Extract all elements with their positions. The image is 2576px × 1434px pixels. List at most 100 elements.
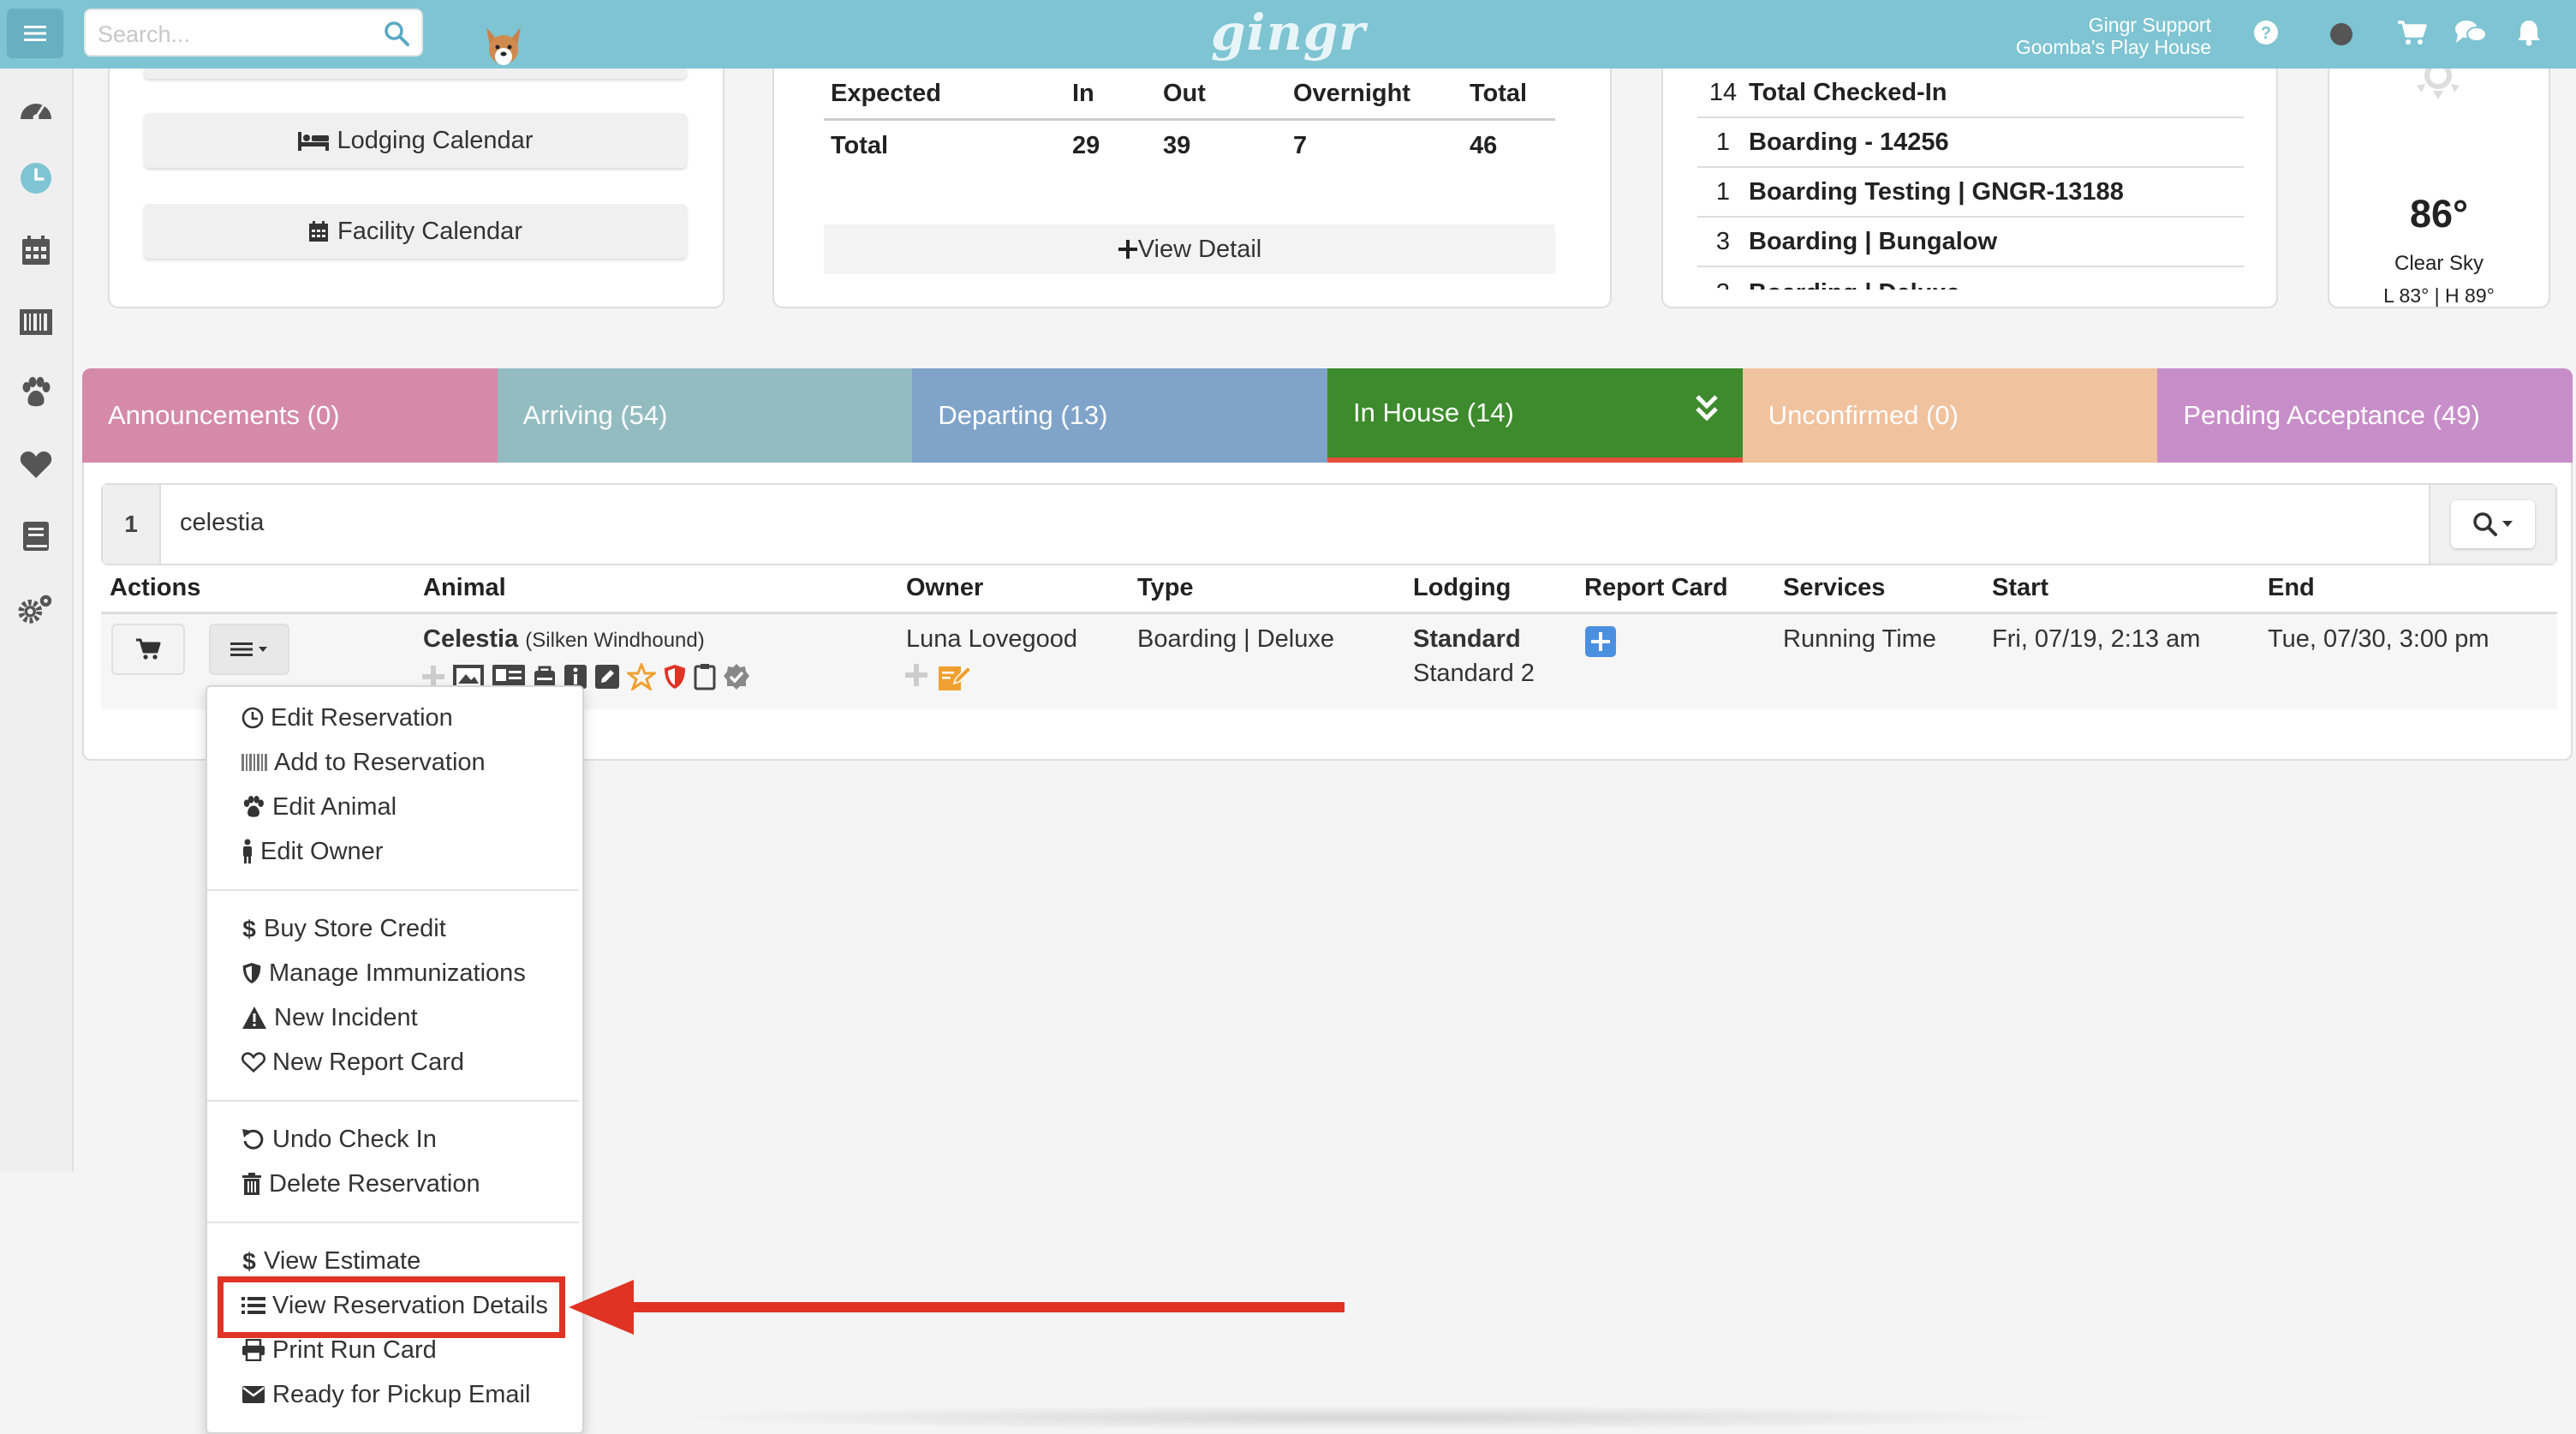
menu-item-label: Print Run Card xyxy=(272,1335,437,1364)
cart-button[interactable] xyxy=(111,624,185,675)
caret-down-icon xyxy=(2502,521,2513,527)
calendar-button-partial[interactable] xyxy=(144,69,687,79)
menu-item-edit-owner[interactable]: Edit Owner xyxy=(242,834,383,869)
in-header: In xyxy=(1065,69,1156,121)
sidebar-item-settings[interactable] xyxy=(17,589,55,627)
search-icon xyxy=(2473,512,2497,536)
sidebar-item-clock[interactable] xyxy=(17,159,55,197)
sidebar-item-favorites[interactable] xyxy=(17,445,55,483)
top-bar: gingr Gingr Support Goomba's Play House … xyxy=(0,0,2576,69)
double-chevron-down-icon[interactable] xyxy=(1695,394,1719,423)
chat-icon[interactable] xyxy=(2454,19,2487,46)
view-detail-button[interactable]: View Detail xyxy=(824,224,1555,274)
menu-item-new-report-card[interactable]: New Report Card xyxy=(242,1045,464,1079)
plus-icon xyxy=(1118,240,1137,259)
menu-item-ready-for-pickup-email[interactable]: Ready for Pickup Email xyxy=(242,1377,530,1412)
tab-label: Departing (13) xyxy=(938,400,1108,430)
checked-in-row[interactable]: 14 Total Checked-In xyxy=(1697,69,2244,118)
weather-card: 86° Clear Sky L 83° | H 89° xyxy=(2328,69,2550,308)
shield-icon[interactable] xyxy=(663,663,687,690)
lodging-name: Standard xyxy=(1413,625,1521,653)
sidebar-item-dashboard[interactable] xyxy=(17,89,55,127)
menu-item-label: Add to Reservation xyxy=(274,748,486,776)
weather-range: L 83° | H 89° xyxy=(2383,284,2495,307)
checked-in-row[interactable]: 1 Boarding Testing | GNGR-13188 xyxy=(1697,168,2244,218)
heart-icon xyxy=(20,451,52,478)
bottom-shadow xyxy=(651,1405,2090,1431)
menu-item-edit-animal[interactable]: Edit Animal xyxy=(242,790,397,824)
user-info[interactable]: Gingr Support Goomba's Play House xyxy=(2016,14,2211,58)
menu-item-manage-immunizations[interactable]: Manage Immunizations xyxy=(242,956,526,990)
status-tabs: Announcements (0) Arriving (54) Departin… xyxy=(82,368,2573,463)
clipboard-icon[interactable] xyxy=(694,663,716,690)
dog-avatar-icon[interactable] xyxy=(481,24,526,69)
sidebar-item-pets[interactable] xyxy=(17,373,55,411)
menu-item-label: New Report Card xyxy=(272,1048,465,1076)
help-icon[interactable]: ? xyxy=(2252,19,2280,46)
actions-menu-button[interactable] xyxy=(209,624,289,675)
edit-icon[interactable] xyxy=(594,664,620,690)
tab-label: Arriving (54) xyxy=(522,400,668,430)
animal-name[interactable]: Celestia xyxy=(423,625,518,653)
menu-item-print-run-card[interactable]: Print Run Card xyxy=(242,1333,437,1367)
facility-name: Goomba's Play House xyxy=(2015,36,2211,58)
lodging-calendar-button[interactable]: Lodging Calendar xyxy=(144,113,687,168)
checked-in-card: 14 Total Checked-In 1 Boarding - 14256 1… xyxy=(1661,69,2278,308)
menu-item-delete-reservation[interactable]: Delete Reservation xyxy=(242,1167,480,1201)
search-options-button[interactable] xyxy=(2429,485,2555,564)
menu-button[interactable] xyxy=(7,9,63,58)
sidebar-item-barcode[interactable] xyxy=(17,303,55,341)
tab-in-house[interactable]: In House (14) xyxy=(1327,368,1743,463)
bell-icon[interactable] xyxy=(2516,19,2542,46)
sidebar-item-calendar[interactable] xyxy=(17,231,55,269)
menu-item-add-to-reservation[interactable]: Add to Reservation xyxy=(242,745,486,780)
status-dot-icon[interactable] xyxy=(2329,22,2353,46)
global-search xyxy=(84,9,423,57)
menu-item-label: Buy Store Credit xyxy=(264,914,446,942)
barcode-icon xyxy=(20,309,52,335)
user-name: Gingr Support xyxy=(2088,14,2211,36)
page-number[interactable]: 1 xyxy=(103,485,161,564)
star-icon[interactable] xyxy=(627,663,656,690)
checked-in-row[interactable]: 3 Boarding | Bungalow xyxy=(1697,218,2244,267)
expected-card: Expected In Out Overnight Total Total 29… xyxy=(772,69,1612,308)
search-dropdown-button[interactable] xyxy=(2451,500,2535,548)
facility-calendar-button[interactable]: Facility Calendar xyxy=(144,204,687,259)
tab-pending-acceptance[interactable]: Pending Acceptance (49) xyxy=(2157,368,2573,463)
lodging-unit: Standard 2 xyxy=(1413,660,1535,687)
gingr-logo[interactable]: gingr xyxy=(1211,3,1366,62)
envelope-icon xyxy=(242,1386,265,1403)
menu-item-edit-reservation[interactable]: Edit Reservation xyxy=(242,701,453,735)
signature-icon[interactable] xyxy=(937,663,973,692)
checked-in-count: 14 xyxy=(1708,78,1738,106)
verified-badge-icon[interactable] xyxy=(723,663,750,690)
expected-header-row: Expected In Out Overnight Total xyxy=(824,69,1555,121)
tab-announcements[interactable]: Announcements (0) xyxy=(82,368,498,463)
menu-item-new-incident[interactable]: New Incident xyxy=(242,1001,418,1035)
search-icon[interactable] xyxy=(384,21,409,46)
dollar-icon: $ xyxy=(242,916,256,941)
services-value: Running Time xyxy=(1783,625,1936,653)
menu-item-view-estimate[interactable]: $ View Estimate xyxy=(242,1244,420,1278)
menu-item-label: New Incident xyxy=(274,1003,418,1031)
tab-departing[interactable]: Departing (13) xyxy=(912,368,1328,463)
menu-item-buy-store-credit[interactable]: $ Buy Store Credit xyxy=(242,911,446,946)
tab-arriving[interactable]: Arriving (54) xyxy=(497,368,913,463)
sidebar-item-reports[interactable] xyxy=(17,517,55,555)
tab-unconfirmed[interactable]: Unconfirmed (0) xyxy=(1742,368,2158,463)
filter-input[interactable]: celestia xyxy=(180,509,264,537)
printer-icon xyxy=(242,1339,265,1361)
paw-icon xyxy=(243,796,264,817)
global-search-input[interactable] xyxy=(96,17,365,51)
checked-in-row[interactable]: 3 Boarding | Deluxe xyxy=(1697,267,2244,290)
undo-icon xyxy=(242,1129,264,1150)
checked-in-row[interactable]: 1 Boarding - 14256 xyxy=(1697,118,2244,168)
clock-icon xyxy=(242,707,264,729)
plus-icon[interactable] xyxy=(904,663,928,687)
tab-label: Pending Acceptance (49) xyxy=(2183,400,2480,430)
col-type: Type xyxy=(1137,574,1194,601)
owner-name[interactable]: Luna Lovegood xyxy=(906,625,1077,654)
menu-item-undo-check-in[interactable]: Undo Check In xyxy=(242,1122,437,1156)
add-report-card-icon[interactable] xyxy=(1584,625,1617,658)
cart-icon[interactable] xyxy=(2396,19,2427,46)
